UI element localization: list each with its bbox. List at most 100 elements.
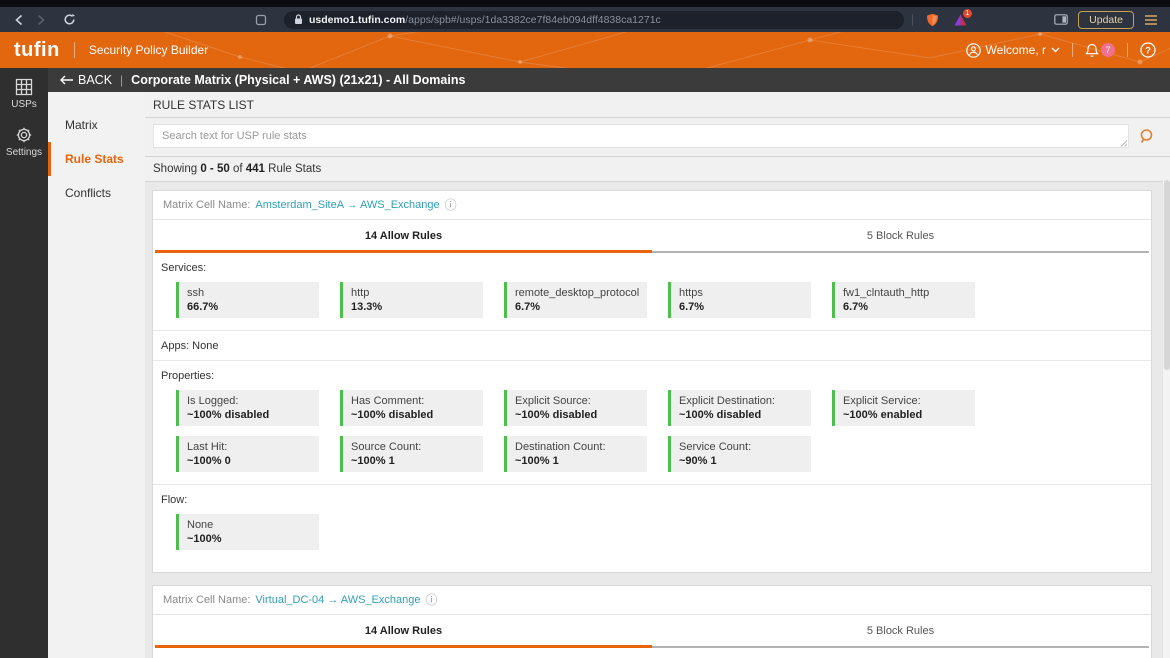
property-tile: Explicit Source: ~100% disabled — [504, 390, 647, 426]
property-value: ~100% 0 — [187, 455, 231, 467]
showing-total: 441 — [245, 163, 265, 175]
header-divider — [73, 42, 75, 58]
property-tile: Source Count: ~100% 1 — [340, 436, 483, 472]
tab-block-rules[interactable]: 5 Block Rules — [652, 625, 1149, 648]
matrix-cell-header: Matrix Cell Name: Amsterdam_SiteA → AWS_… — [153, 191, 1151, 220]
property-name: Is Logged: — [187, 395, 239, 407]
matrix-cell-label: Matrix Cell Name: — [163, 594, 251, 606]
service-percent: 13.3% — [351, 301, 383, 313]
tab-allow-rules[interactable]: 14 Allow Rules — [155, 230, 652, 253]
service-name: remote_desktop_protocol — [515, 287, 640, 299]
property-tile: Explicit Destination: ~100% disabled — [668, 390, 811, 426]
service-percent: 6.7% — [679, 301, 705, 313]
browser-tab-strip — [0, 0, 1170, 7]
user-menu[interactable]: Welcome, r — [965, 42, 1060, 58]
service-name: https — [679, 287, 703, 299]
rail-settings-label: Settings — [5, 147, 43, 158]
scrollbar-track[interactable] — [1162, 180, 1170, 658]
lock-icon — [294, 14, 303, 25]
property-tile: Explicit Service: ~100% enabled — [832, 390, 975, 426]
sidebar-panel-icon[interactable] — [1050, 10, 1072, 30]
property-tile: Destination Count: ~100% 1 — [504, 436, 647, 472]
back-arrow-icon — [60, 75, 73, 85]
url-bar[interactable]: usdemo1.tufin.com/apps/spb#/usps/1da3382… — [284, 10, 904, 29]
reload-icon[interactable] — [58, 10, 80, 30]
rule-tabs: 14 Allow Rules 5 Block Rules — [153, 615, 1151, 648]
menu-icon[interactable] — [1140, 10, 1162, 30]
service-name: http — [351, 287, 370, 299]
nav-rail: USPs Settings — [0, 68, 48, 658]
property-name: Service Count: — [679, 441, 752, 453]
back-button[interactable]: BACK — [60, 73, 112, 87]
help-button[interactable]: ? — [1140, 42, 1156, 58]
property-tile: Service Count: ~90% 1 — [668, 436, 811, 472]
list-title: RULE STATS LIST — [145, 92, 1170, 118]
properties-label: Properties: — [161, 370, 215, 382]
svg-text:?: ? — [1145, 45, 1151, 56]
welcome-label: Welcome, r — [985, 43, 1046, 57]
breadcrumb-pipe: | — [120, 73, 124, 87]
rail-item-usps[interactable]: USPs — [11, 78, 37, 110]
forward-icon[interactable] — [30, 10, 52, 30]
showing-status: Showing 0 - 50 of 441 Rule Stats — [145, 157, 1170, 182]
matrix-cell-header: Matrix Cell Name: Virtual_DC-04 → AWS_Ex… — [153, 586, 1151, 615]
back-icon[interactable] — [8, 10, 30, 30]
services-label: Services: — [161, 262, 207, 274]
update-button[interactable]: Update — [1078, 10, 1134, 29]
page-title: Corporate Matrix (Physical + AWS) (21x21… — [131, 73, 466, 87]
tufin-logo: tufin — [14, 38, 60, 61]
chevron-down-icon — [1051, 47, 1060, 53]
sidebar-item-rule-stats[interactable]: Rule Stats — [48, 142, 145, 176]
info-icon[interactable]: ⓘ — [426, 594, 438, 606]
app-header: tufin Security Policy Builder Welcome, r… — [0, 32, 1170, 68]
user-icon — [965, 42, 981, 58]
browser-toolbar: usdemo1.tufin.com/apps/spb#/usps/1da3382… — [0, 7, 1170, 32]
extension-badge: 1 — [963, 8, 972, 18]
tab-block-rules[interactable]: 5 Block Rules — [652, 230, 1149, 253]
property-value: ~100% disabled — [187, 409, 270, 421]
matrix-cell-label: Matrix Cell Name: — [163, 199, 251, 211]
flow-percent: ~100% — [187, 533, 222, 545]
services-label: Services: — [153, 648, 1151, 658]
service-tile: remote_desktop_protocol 6.7% — [504, 282, 647, 318]
property-name: Has Comment: — [351, 395, 425, 407]
shield-icon[interactable] — [921, 10, 943, 30]
search-row — [145, 118, 1170, 157]
property-value: ~100% disabled — [515, 409, 598, 421]
service-name: ssh — [187, 287, 205, 299]
rule-stats-card-2: Matrix Cell Name: Virtual_DC-04 → AWS_Ex… — [152, 585, 1152, 658]
notification-badge: 7 — [1101, 43, 1115, 57]
service-percent: 6.7% — [843, 301, 869, 313]
sidebar-item-conflicts[interactable]: Conflicts — [48, 176, 145, 210]
matrix-cell-link[interactable]: Amsterdam_SiteA → AWS_Exchange — [255, 199, 439, 211]
tab-allow-rules[interactable]: 14 Allow Rules — [155, 625, 652, 648]
search-input[interactable] — [153, 124, 1129, 148]
apps-label: Apps: None — [161, 340, 219, 352]
bookmark-icon[interactable] — [250, 10, 272, 30]
url-path: /apps/spb#/usps/1da3382ce7f84eb094dff483… — [405, 13, 661, 26]
flow-label: Flow: — [161, 494, 188, 506]
notifications-button[interactable]: 7 — [1085, 43, 1115, 58]
service-tile: fw1_clntauth_http 6.7% — [832, 282, 975, 318]
service-tile: https 6.7% — [668, 282, 811, 318]
grid-icon — [15, 78, 33, 96]
extension-icon[interactable]: 1 — [951, 8, 972, 28]
property-value: ~100% 1 — [515, 455, 559, 467]
matrix-cell-link[interactable]: Virtual_DC-04 → AWS_Exchange — [255, 594, 420, 606]
back-label: BACK — [78, 73, 113, 87]
property-value: ~100% enabled — [843, 409, 923, 421]
search-icon[interactable] — [1139, 128, 1156, 145]
rail-item-settings[interactable]: Settings — [6, 126, 42, 158]
sidebar-item-matrix[interactable]: Matrix — [48, 108, 145, 142]
property-name: Source Count: — [351, 441, 422, 453]
service-percent: 66.7% — [187, 301, 219, 313]
app-title: Security Policy Builder — [88, 43, 209, 57]
scrollbar-thumb[interactable] — [1164, 180, 1170, 370]
property-value: ~100% 1 — [351, 455, 395, 467]
info-icon[interactable]: ⓘ — [445, 199, 457, 211]
header-separator — [1072, 43, 1073, 57]
property-name: Explicit Destination: — [679, 395, 775, 407]
rule-tabs: 14 Allow Rules 5 Block Rules — [153, 220, 1151, 253]
service-tile: http 13.3% — [340, 282, 483, 318]
flow-tile: None ~100% — [176, 514, 319, 550]
